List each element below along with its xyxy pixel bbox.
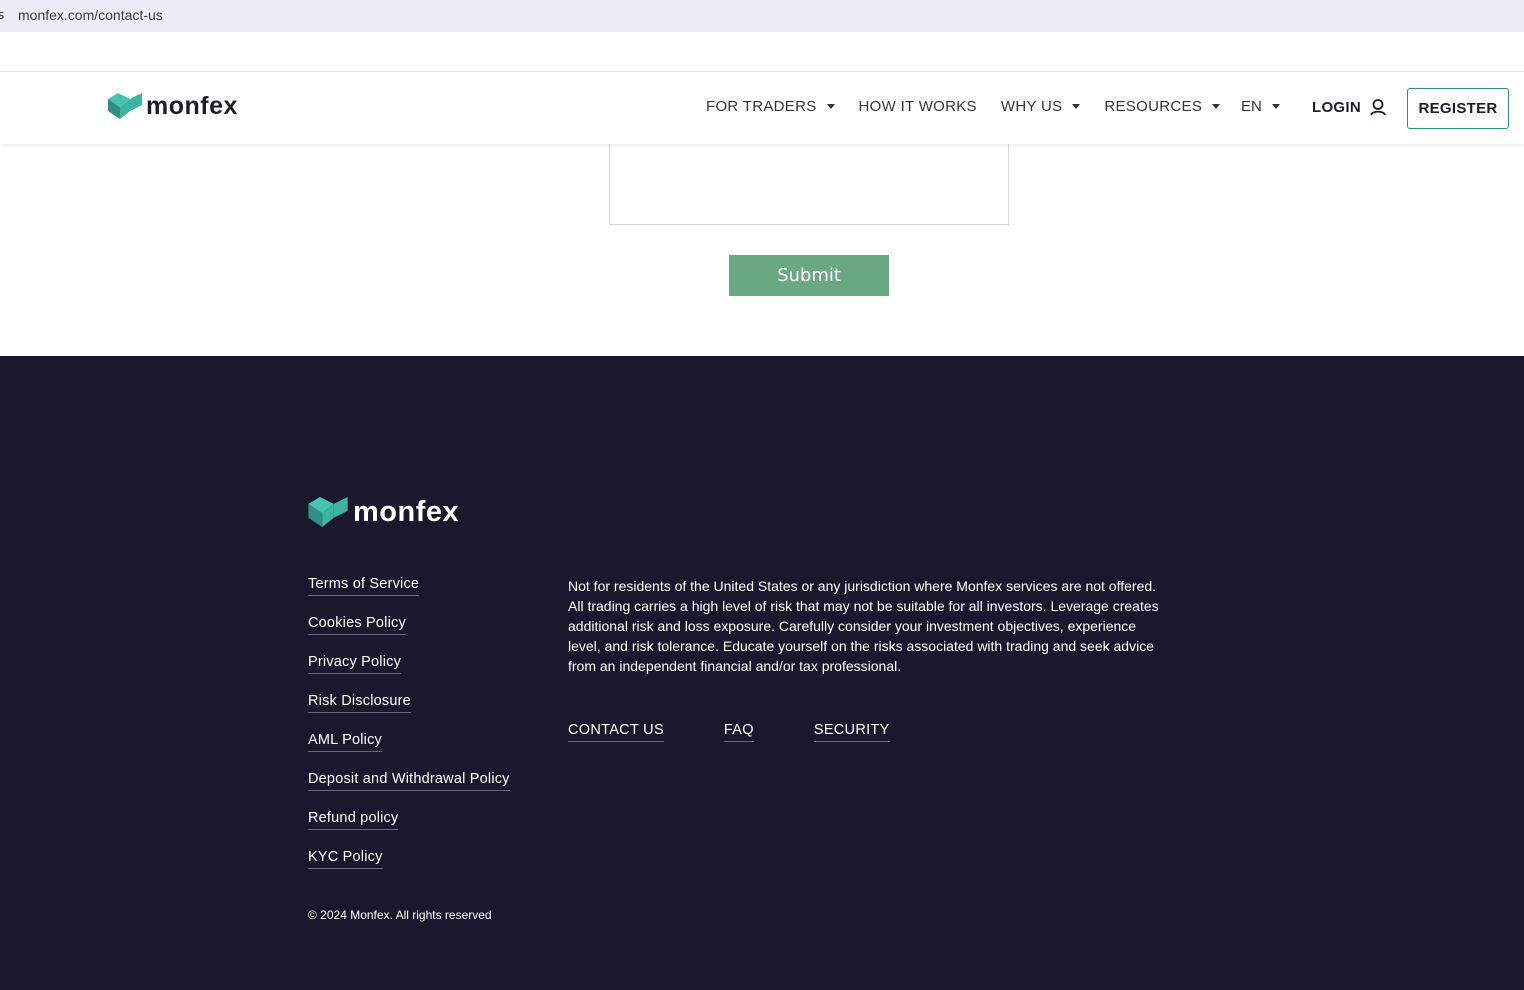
link-refund-policy[interactable]: Refund policy	[308, 810, 399, 830]
footer-nav-links: CONTACT US FAQ SECURITY	[568, 722, 890, 742]
header-logo[interactable]: monfex	[108, 92, 238, 120]
nav-for-traders-label: FOR TRADERS	[706, 98, 817, 115]
nav-resources[interactable]: RESOURCES	[1104, 98, 1221, 115]
main-nav: FOR TRADERS HOW IT WORKS WHY US RESOURCE…	[706, 98, 1221, 115]
nav-for-traders[interactable]: FOR TRADERS	[706, 98, 835, 115]
header-brand-name: monfex	[146, 92, 238, 120]
caret-down-icon	[1271, 104, 1280, 109]
top-spacer	[0, 32, 1524, 72]
monfex-logo-icon	[108, 93, 142, 119]
link-cookies-policy[interactable]: Cookies Policy	[308, 615, 406, 635]
nav-how-it-works-label: HOW IT WORKS	[858, 98, 977, 115]
language-label: EN	[1241, 98, 1262, 115]
login-label: LOGIN	[1312, 98, 1361, 116]
copyright-text: © 2024 Monfex. All rights reserved	[308, 908, 492, 922]
nav-resources-label: RESOURCES	[1104, 98, 1203, 115]
caret-down-icon	[1072, 104, 1081, 109]
link-security[interactable]: SECURITY	[813, 722, 890, 742]
site-footer: monfex Terms of Service Cookies Policy P…	[0, 356, 1524, 990]
link-risk-disclosure[interactable]: Risk Disclosure	[308, 693, 411, 713]
browser-address-bar[interactable]: s monfex.com/contact-us	[0, 0, 1524, 32]
nav-how-it-works[interactable]: HOW IT WORKS	[859, 98, 977, 115]
submit-button[interactable]: Submit	[729, 255, 889, 296]
link-deposit-withdrawal-policy[interactable]: Deposit and Withdrawal Policy	[308, 771, 510, 791]
link-kyc-policy[interactable]: KYC Policy	[308, 849, 383, 869]
site-info-icon[interactable]: s	[0, 8, 4, 22]
nav-why-us[interactable]: WHY US	[1001, 98, 1081, 115]
caret-down-icon	[826, 104, 835, 109]
site-header: monfex FOR TRADERS HOW IT WORKS WHY US R…	[0, 72, 1524, 144]
message-textarea[interactable]	[609, 130, 1009, 225]
nav-why-us-label: WHY US	[1000, 98, 1063, 115]
link-terms-of-service[interactable]: Terms of Service	[308, 576, 420, 596]
link-faq[interactable]: FAQ	[723, 722, 754, 742]
register-button[interactable]: REGISTER	[1407, 88, 1509, 129]
address-url[interactable]: monfex.com/contact-us	[18, 7, 163, 23]
link-privacy-policy[interactable]: Privacy Policy	[308, 654, 402, 674]
footer-brand-name: monfex	[353, 496, 460, 528]
caret-down-icon	[1212, 104, 1221, 109]
link-aml-policy[interactable]: AML Policy	[308, 732, 382, 752]
policy-links: Terms of Service Cookies Policy Privacy …	[308, 576, 510, 888]
login-link[interactable]: LOGIN	[1312, 98, 1387, 116]
footer-logo[interactable]: monfex	[308, 496, 459, 528]
monfex-logo-icon	[308, 497, 348, 527]
language-selector[interactable]: EN	[1241, 98, 1280, 115]
user-icon	[1370, 99, 1386, 116]
risk-disclaimer: Not for residents of the United States o…	[568, 578, 1159, 674]
link-contact-us[interactable]: CONTACT US	[568, 722, 664, 742]
